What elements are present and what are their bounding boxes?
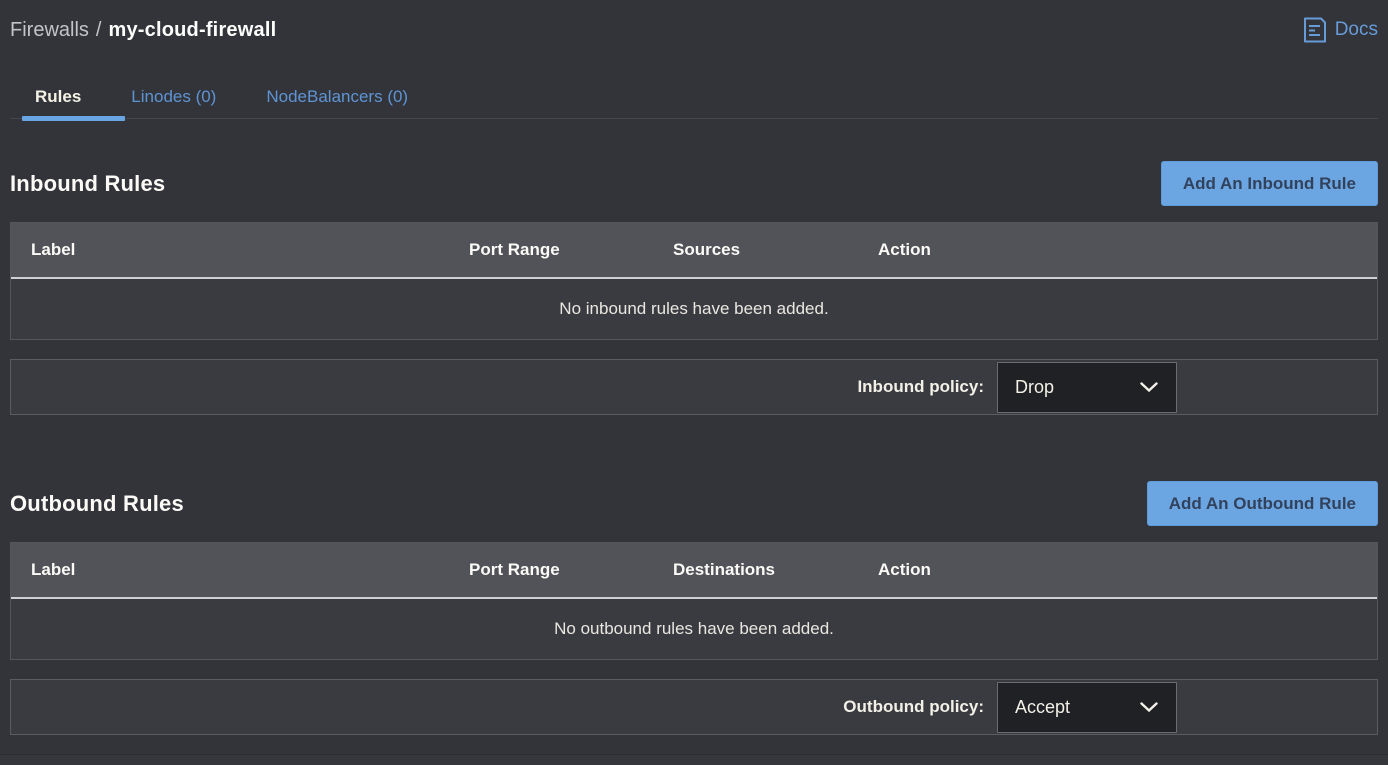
outbound-empty-row: No outbound rules have been added. — [11, 599, 1377, 659]
firewall-detail-page: Firewalls / my-cloud-firewall Docs Rules… — [0, 0, 1388, 765]
outbound-column-label: Label — [11, 560, 469, 580]
add-outbound-rule-button[interactable]: Add An Outbound Rule — [1147, 481, 1378, 526]
document-icon — [1303, 17, 1327, 43]
outbound-policy-label: Outbound policy: — [843, 697, 984, 717]
breadcrumb-separator: / — [96, 19, 102, 42]
inbound-empty-row: No inbound rules have been added. — [11, 279, 1377, 339]
breadcrumb: Firewalls / my-cloud-firewall — [10, 19, 276, 42]
active-tab-indicator — [22, 116, 125, 121]
breadcrumb-current-firewall: my-cloud-firewall — [108, 19, 276, 42]
tabs-divider — [10, 118, 1378, 119]
inbound-rules-title: Inbound Rules — [10, 171, 165, 197]
outbound-column-port-range: Port Range — [469, 560, 673, 580]
inbound-policy-select[interactable]: Drop — [997, 362, 1177, 413]
inbound-section-header: Inbound Rules Add An Inbound Rule — [10, 161, 1378, 206]
inbound-policy-label: Inbound policy: — [857, 377, 984, 397]
tab-bar: Rules Linodes (0) NodeBalancers (0) — [10, 76, 1378, 119]
tab-nodebalancers[interactable]: NodeBalancers (0) — [241, 76, 433, 118]
outbound-policy-value: Accept — [1015, 697, 1070, 718]
inbound-column-port-range: Port Range — [469, 240, 673, 260]
chevron-down-icon — [1140, 382, 1158, 393]
outbound-policy-select[interactable]: Accept — [997, 682, 1177, 733]
docs-link-label: Docs — [1335, 19, 1378, 41]
add-inbound-rule-button[interactable]: Add An Inbound Rule — [1161, 161, 1378, 206]
tab-linodes[interactable]: Linodes (0) — [106, 76, 241, 118]
docs-link[interactable]: Docs — [1303, 17, 1378, 43]
outbound-table-header: Label Port Range Destinations Action — [11, 543, 1377, 599]
outbound-column-destinations: Destinations — [673, 560, 878, 580]
page-bottom-edge — [0, 754, 1388, 765]
outbound-column-action: Action — [878, 560, 1377, 580]
breadcrumb-firewalls-link[interactable]: Firewalls — [10, 19, 89, 42]
outbound-rules-table: Label Port Range Destinations Action No … — [10, 542, 1378, 660]
outbound-empty-message: No outbound rules have been added. — [554, 619, 834, 639]
inbound-policy-row: Inbound policy: Drop — [10, 359, 1378, 415]
top-bar: Firewalls / my-cloud-firewall Docs — [10, 0, 1378, 46]
outbound-section-header: Outbound Rules Add An Outbound Rule — [10, 481, 1378, 526]
outbound-policy-row: Outbound policy: Accept — [10, 679, 1378, 735]
inbound-column-action: Action — [878, 240, 1377, 260]
tab-rules[interactable]: Rules — [10, 76, 106, 118]
outbound-rules-title: Outbound Rules — [10, 491, 184, 517]
inbound-column-sources: Sources — [673, 240, 878, 260]
inbound-table-header: Label Port Range Sources Action — [11, 223, 1377, 279]
inbound-rules-table: Label Port Range Sources Action No inbou… — [10, 222, 1378, 340]
chevron-down-icon — [1140, 702, 1158, 713]
inbound-policy-value: Drop — [1015, 377, 1054, 398]
inbound-column-label: Label — [11, 240, 469, 260]
inbound-empty-message: No inbound rules have been added. — [559, 299, 828, 319]
